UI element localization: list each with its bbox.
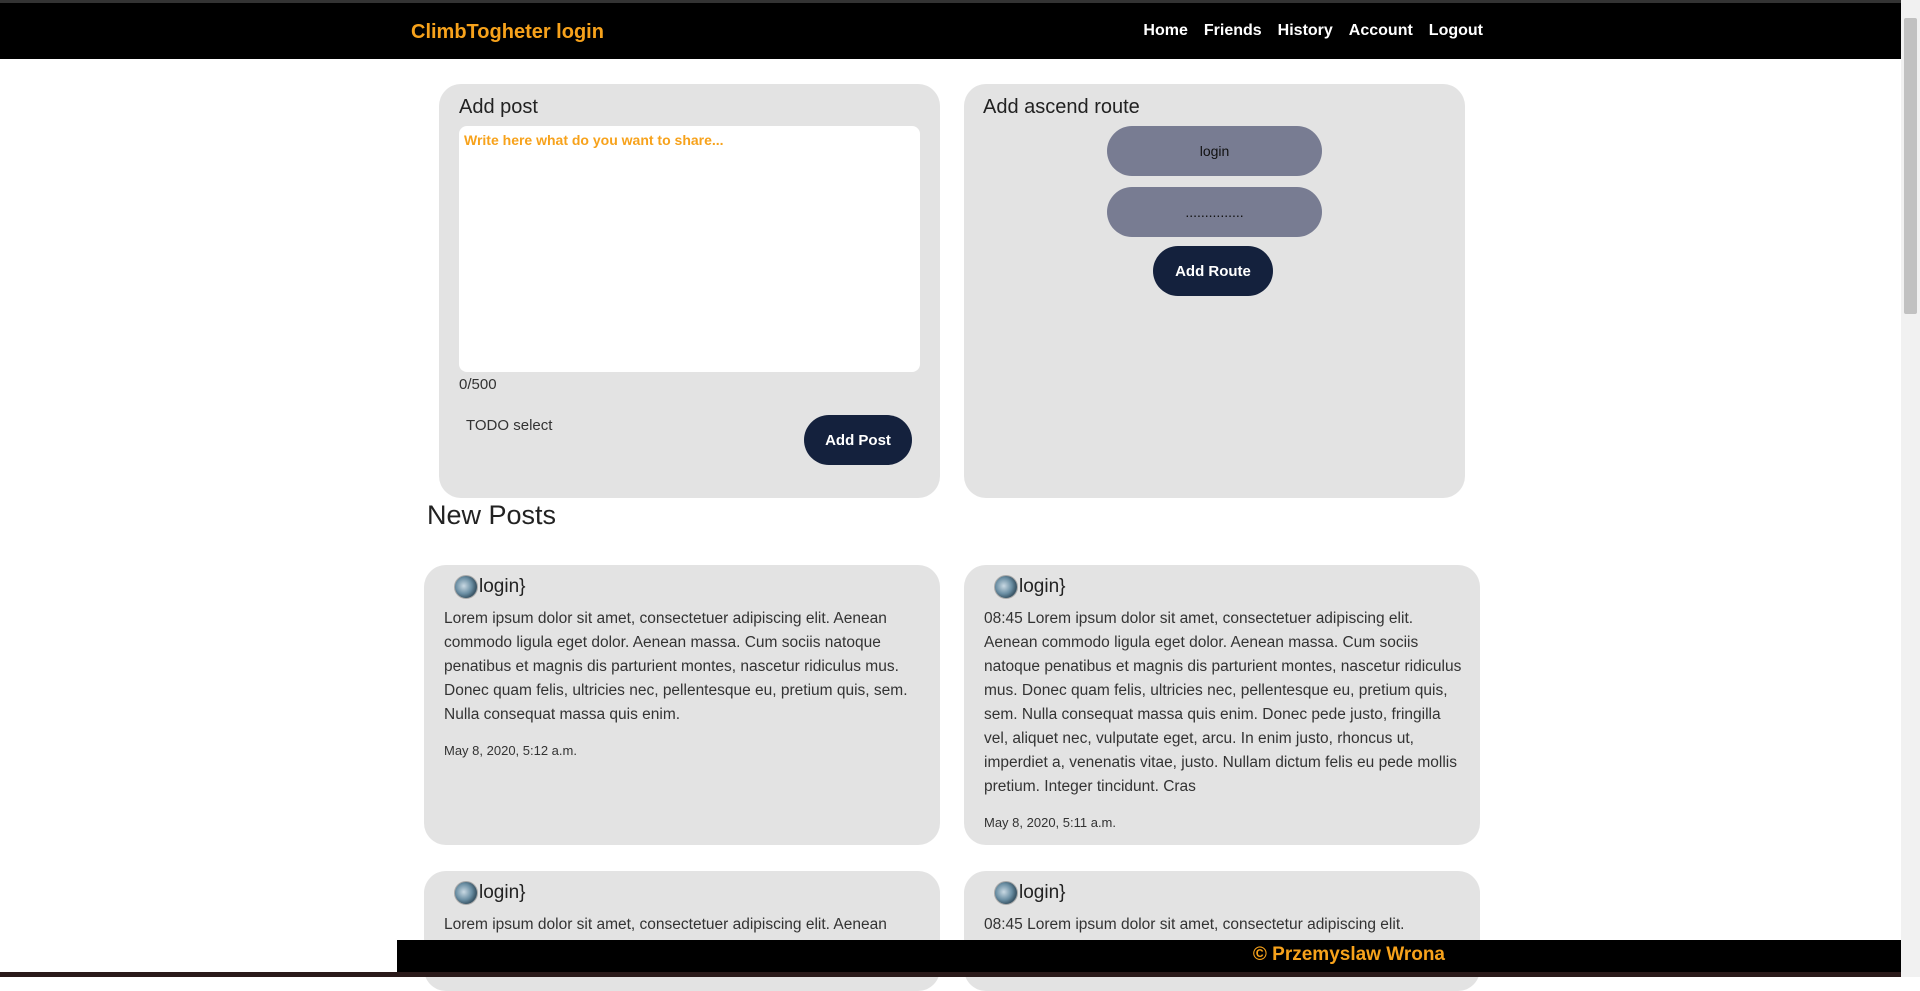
post-header: login}	[994, 881, 1066, 905]
add-post-button[interactable]: Add Post	[804, 415, 912, 465]
nav-history[interactable]: History	[1278, 22, 1333, 40]
footer: © Przemyslaw Wrona	[397, 940, 1901, 972]
avatar[interactable]	[994, 575, 1018, 599]
new-posts-heading: New Posts	[427, 500, 557, 530]
nav-account[interactable]: Account	[1349, 22, 1413, 40]
nav-logout[interactable]: Logout	[1429, 22, 1483, 40]
nav-home[interactable]: Home	[1143, 22, 1187, 40]
add-post-card: Add post 0/500 TODO select Add Post	[439, 84, 940, 498]
post-textarea[interactable]	[459, 126, 920, 372]
post-header: login}	[454, 575, 526, 599]
post-body: Lorem ipsum dolor sit amet, consectetuer…	[444, 916, 887, 933]
post-date: May 8, 2020, 5:11 a.m.	[984, 815, 1116, 830]
post-author[interactable]: login}	[1019, 882, 1066, 904]
brand-logo-link[interactable]: ClimbTogheter login	[411, 21, 604, 44]
nav-friends[interactable]: Friends	[1204, 22, 1262, 40]
add-route-button[interactable]: Add Route	[1153, 246, 1273, 296]
post-author[interactable]: login}	[479, 576, 526, 598]
post-body: 08:45 Lorem ipsum dolor sit amet, consec…	[984, 610, 1462, 795]
nav-links: Home Friends History Account Logout	[1143, 22, 1483, 40]
post-author[interactable]: login}	[479, 882, 526, 904]
char-counter: 0/500	[459, 376, 497, 393]
post-body: Lorem ipsum dolor sit amet, consectetuer…	[444, 610, 908, 723]
add-post-title: Add post	[459, 96, 538, 118]
post-header: login}	[454, 881, 526, 905]
post-body: 08:45 Lorem ipsum dolor sit amet, consec…	[984, 916, 1405, 933]
post-date: May 8, 2020, 5:12 a.m.	[444, 743, 577, 758]
page-scrollbar[interactable]	[1901, 0, 1920, 977]
route-password-input[interactable]	[1107, 187, 1322, 237]
avatar[interactable]	[454, 575, 478, 599]
scrollbar-thumb[interactable]	[1904, 18, 1917, 314]
post-header: login}	[994, 575, 1066, 599]
post-card: login} Lorem ipsum dolor sit amet, conse…	[424, 565, 940, 845]
route-login-input[interactable]	[1107, 126, 1322, 176]
copyright: © Przemyslaw Wrona	[1252, 944, 1445, 965]
add-route-card: Add ascend route Add Route	[964, 84, 1465, 498]
add-route-title: Add ascend route	[983, 96, 1140, 118]
post-author[interactable]: login}	[1019, 576, 1066, 598]
post-card: login} 08:45 Lorem ipsum dolor sit amet,…	[964, 565, 1480, 845]
top-navbar: ClimbTogheter login Home Friends History…	[0, 0, 1901, 59]
avatar[interactable]	[994, 881, 1018, 905]
todo-select[interactable]: TODO select	[466, 417, 552, 434]
avatar[interactable]	[454, 881, 478, 905]
bottom-strip	[0, 972, 1901, 977]
